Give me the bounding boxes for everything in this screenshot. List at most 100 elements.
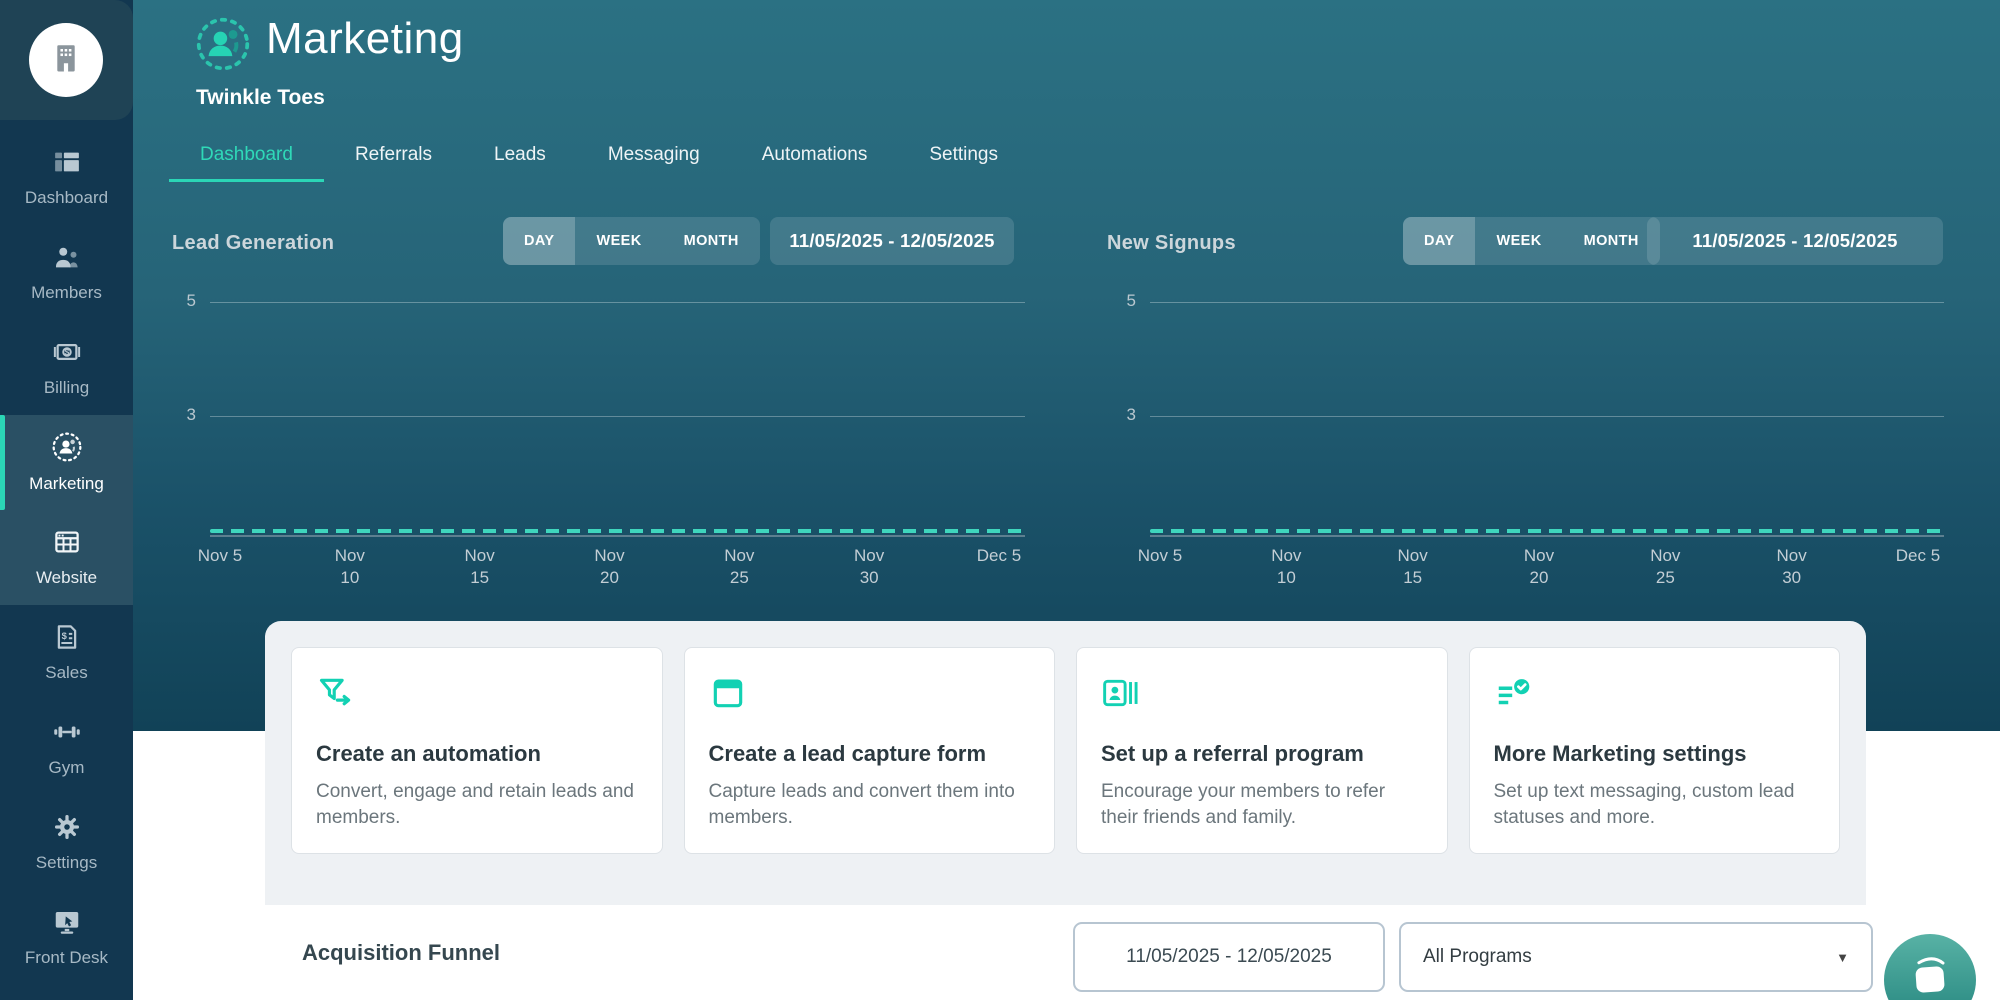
lead-capture-form-icon — [709, 699, 747, 716]
lead-generation-interval-toggle: DAY WEEK MONTH — [503, 217, 760, 265]
sidebar-item-members[interactable]: Members — [0, 225, 133, 320]
card-description: Convert, engage and retain leads and mem… — [316, 779, 638, 830]
new-signups-interval-toggle: DAY WEEK MONTH — [1403, 217, 1660, 265]
x-tick: Nov 20 — [1513, 545, 1565, 589]
zero-value-series-line — [210, 529, 1025, 533]
svg-text:$: $ — [64, 348, 69, 357]
toggle-month[interactable]: MONTH — [1563, 217, 1660, 265]
x-axis-ticks: Nov 5 Nov 10 Nov 15 Nov 20 Nov 25 Nov 30… — [220, 545, 999, 597]
action-cards: Create an automation Convert, engage and… — [291, 647, 1840, 854]
marketing-dashboard-page: Dashboard Members $ Billing Marketin — [0, 0, 2000, 1000]
toggle-week[interactable]: WEEK — [1475, 217, 1562, 265]
sidebar-item-sales[interactable]: $ Sales — [0, 605, 133, 700]
x-tick: Dec 5 — [973, 545, 1025, 567]
sidebar-item-label: Billing — [44, 378, 89, 398]
chevron-down-icon: ▼ — [1836, 950, 1849, 965]
tab-settings[interactable]: Settings — [898, 130, 1029, 182]
x-tick: Nov 10 — [324, 545, 376, 589]
toggle-day[interactable]: DAY — [1403, 217, 1475, 265]
gridline — [210, 416, 1025, 417]
gear-icon — [52, 812, 82, 847]
tab-referrals[interactable]: Referrals — [324, 130, 463, 182]
x-tick: Nov 10 — [1260, 545, 1312, 589]
page-title: Marketing — [266, 14, 464, 64]
sidebar: Dashboard Members $ Billing Marketin — [0, 0, 133, 1000]
y-tick: 5 — [1102, 291, 1136, 311]
funnel-date-range-input[interactable]: 11/05/2025 - 12/05/2025 — [1073, 922, 1385, 992]
quick-actions-panel: Create an automation Convert, engage and… — [265, 621, 1866, 905]
card-description: Set up text messaging, custom lead statu… — [1494, 779, 1816, 830]
card-title: Create a lead capture form — [709, 741, 1031, 767]
sidebar-item-marketing[interactable]: Marketing — [0, 415, 133, 510]
sales-icon: $ — [52, 622, 82, 657]
x-tick: Nov 15 — [1387, 545, 1439, 589]
website-icon — [52, 527, 82, 562]
new-signups-chart: 5 3 Nov 5 Nov 10 Nov 15 Nov 20 Nov 25 No… — [1150, 292, 1944, 602]
svg-text:$: $ — [61, 631, 67, 641]
selected-program: All Programs — [1423, 946, 1532, 968]
automation-funnel-icon — [316, 699, 354, 716]
marketing-settings-icon — [1494, 699, 1532, 716]
create-lead-capture-form-card[interactable]: Create a lead capture form Capture leads… — [684, 647, 1056, 854]
sidebar-item-gym[interactable]: Gym — [0, 700, 133, 795]
new-signups-date-range[interactable]: 11/05/2025 - 12/05/2025 — [1647, 217, 1943, 265]
sidebar-item-website[interactable]: Website — [0, 510, 133, 605]
sidebar-item-front-desk[interactable]: Front Desk — [0, 890, 133, 985]
members-icon — [52, 242, 82, 277]
sidebar-item-label: Settings — [36, 853, 97, 873]
x-axis-ticks: Nov 5 Nov 10 Nov 15 Nov 20 Nov 25 Nov 30… — [1160, 545, 1918, 597]
tab-automations[interactable]: Automations — [731, 130, 899, 182]
active-indicator-bar — [0, 415, 5, 510]
referral-program-card[interactable]: Set up a referral program Encourage your… — [1076, 647, 1448, 854]
sidebar-item-label: Website — [36, 568, 97, 588]
gym-logo-button[interactable] — [29, 23, 103, 97]
x-tick: Dec 5 — [1892, 545, 1944, 567]
sidebar-item-label: Front Desk — [25, 948, 108, 968]
sidebar-item-settings[interactable]: Settings — [0, 795, 133, 890]
more-marketing-settings-card[interactable]: More Marketing settings Set up text mess… — [1469, 647, 1841, 854]
lead-generation-title: Lead Generation — [172, 232, 334, 255]
dashboard-icon — [52, 147, 82, 182]
toggle-day[interactable]: DAY — [503, 217, 575, 265]
tab-leads[interactable]: Leads — [463, 130, 577, 182]
card-title: Create an automation — [316, 741, 638, 767]
funnel-program-select[interactable]: All Programs ▼ — [1399, 922, 1873, 992]
x-tick: Nov 30 — [1766, 545, 1818, 589]
sidebar-item-label: Marketing — [29, 474, 104, 494]
card-title: More Marketing settings — [1494, 741, 1816, 767]
marketing-people-icon — [195, 16, 251, 77]
sidebar-item-label: Dashboard — [25, 188, 108, 208]
marketing-icon — [51, 431, 83, 468]
x-tick: Nov 25 — [1639, 545, 1691, 589]
x-tick: Nov 15 — [454, 545, 506, 589]
y-tick: 3 — [162, 405, 196, 425]
toggle-week[interactable]: WEEK — [575, 217, 662, 265]
marketing-tabs: Dashboard Referrals Leads Messaging Auto… — [169, 130, 1029, 182]
new-signups-title: New Signups — [1107, 232, 1236, 255]
main-content: Marketing Twinkle Toes Dashboard Referra… — [133, 0, 2000, 1000]
gridline — [1150, 302, 1944, 303]
lead-generation-date-range[interactable]: 11/05/2025 - 12/05/2025 — [770, 217, 1014, 265]
sidebar-item-dashboard[interactable]: Dashboard — [0, 130, 133, 225]
tab-dashboard[interactable]: Dashboard — [169, 130, 324, 182]
building-icon — [48, 40, 84, 81]
x-axis-line — [210, 535, 1025, 537]
zero-value-series-line — [1150, 529, 1944, 533]
card-title: Set up a referral program — [1101, 741, 1423, 767]
sidebar-item-label: Sales — [45, 663, 88, 683]
acquisition-funnel-title: Acquisition Funnel — [302, 940, 500, 966]
tab-messaging[interactable]: Messaging — [577, 130, 731, 182]
card-description: Encourage your members to refer their fr… — [1101, 779, 1423, 830]
x-axis-line — [1150, 535, 1944, 537]
x-tick: Nov 25 — [713, 545, 765, 589]
sidebar-header — [0, 0, 133, 120]
front-desk-icon — [52, 907, 82, 942]
billing-icon: $ — [52, 337, 82, 372]
create-automation-card[interactable]: Create an automation Convert, engage and… — [291, 647, 663, 854]
sidebar-item-label: Gym — [49, 758, 85, 778]
chat-bubble-icon — [1904, 952, 1956, 1000]
toggle-month[interactable]: MONTH — [663, 217, 760, 265]
sidebar-item-billing[interactable]: $ Billing — [0, 320, 133, 415]
referral-program-icon — [1101, 699, 1139, 716]
y-tick: 3 — [1102, 405, 1136, 425]
